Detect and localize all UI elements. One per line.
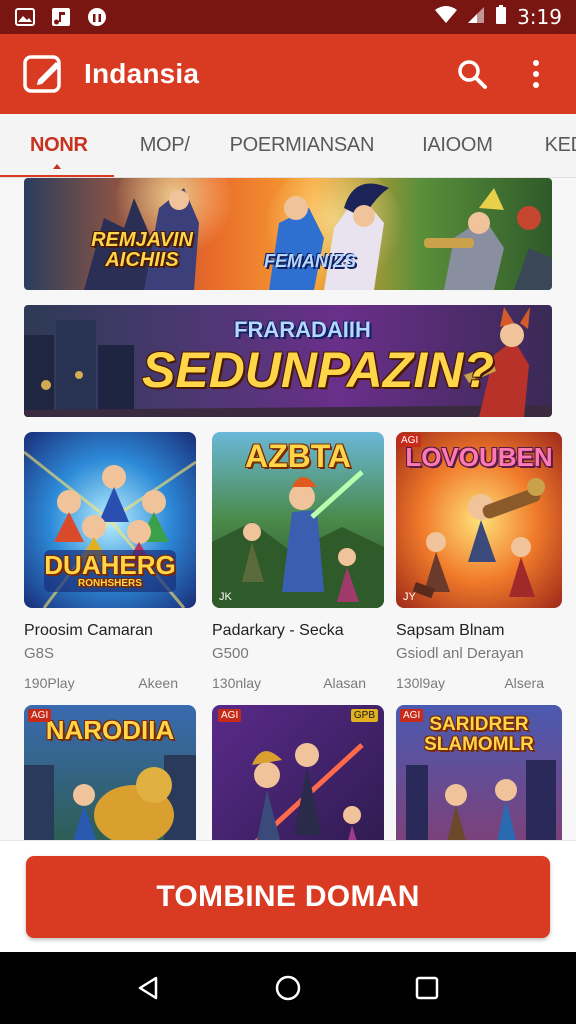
game-subtitle: G8S (24, 645, 55, 662)
play-count: 130nlay (212, 675, 262, 691)
tab-label: POERMIANSAN (229, 134, 375, 156)
game-card[interactable]: NARODIIA AGI (24, 705, 196, 840)
game-tag: Alsera (504, 675, 544, 691)
game-subtitle: G500 (212, 645, 249, 662)
tab-poermiansan[interactable]: POERMIANSAN (190, 114, 375, 177)
bottom-action-area: TOMBINE DOMAN (0, 840, 576, 952)
game-thumbnail: SARIDRER SLAMOMLR AGI (396, 705, 562, 840)
tab-mop[interactable]: MOP/ (114, 114, 190, 177)
tab-label: MOP/ (139, 134, 190, 156)
tab-label: KEDA (544, 134, 576, 156)
play-count: 190Play (24, 675, 75, 691)
tab-label: NONR (30, 134, 88, 156)
thumbnail-title: DUAHERG (44, 550, 176, 580)
game-card[interactable]: LOVOUBEN AGI JY Sapsam Blnam Gsiodl anl … (396, 432, 562, 691)
game-tag: Alasan (323, 675, 366, 691)
caret-up-icon (52, 163, 61, 169)
home-icon[interactable] (268, 968, 308, 1008)
thumbnail-badge: GPB (350, 709, 378, 722)
game-thumbnail: LOVOUBEN AGI JY (396, 432, 562, 608)
app-title: Indansia (84, 58, 200, 89)
signal-icon (467, 5, 485, 29)
primary-action-button[interactable]: TOMBINE DOMAN (26, 856, 550, 938)
search-icon[interactable] (454, 56, 490, 92)
game-title: Padarkary - Secka (212, 622, 344, 639)
tab-iaioom[interactable]: IAIOOM (374, 114, 493, 177)
game-title: Proosim Camaran (24, 622, 153, 639)
banner-headline: SEDUNPAZIN? (142, 342, 494, 398)
status-time: 3:19 (517, 5, 562, 29)
thumbnail-badge-secondary: AGI (218, 709, 242, 722)
banner-left-title: REMJAVIN AICHIIS (91, 229, 193, 271)
system-nav-bar (0, 952, 576, 1024)
category-tabs: NONR MOP/ POERMIANSAN IAIOOM KEDA (0, 114, 576, 178)
recents-icon[interactable] (407, 968, 447, 1008)
banner-right-title: FEMANIZS (264, 251, 356, 271)
tab-label: IAIOOM (422, 134, 493, 156)
game-title: Sapsam Blnam (396, 622, 505, 639)
status-bar: 3:19 (0, 0, 576, 34)
tab-nonr[interactable]: NONR (0, 114, 114, 177)
android-icon (86, 7, 108, 27)
game-card[interactable]: SARIDRER SLAMOMLR AGI (396, 705, 562, 840)
thumbnail-title: LOVOUBEN (405, 442, 553, 472)
thumbnail-subtitle: RONHSHERS (78, 578, 142, 589)
back-icon[interactable] (129, 968, 169, 1008)
more-vertical-icon[interactable] (518, 56, 554, 92)
tab-keda[interactable]: KEDA (493, 114, 576, 177)
game-tag: Akeen (138, 675, 178, 691)
app-bar: Indansia (0, 34, 576, 114)
banner-small-headline: FRARADAIIH (234, 317, 371, 342)
game-subtitle: Gsiodl anl Derayan (396, 645, 524, 662)
wifi-icon (435, 5, 458, 29)
game-card[interactable]: AZBTA JK Padarkary - Secka G500 130nlay A… (212, 432, 384, 691)
thumbnail-badge: AGI (400, 709, 424, 722)
featured-banner[interactable]: REMJAVIN AICHIIS FEMANIZS (24, 178, 552, 290)
gallery-icon (14, 7, 36, 27)
game-thumbnail: AZBTA JK (212, 432, 384, 608)
thumbnail-title: AZBTA (244, 438, 352, 474)
thumbnail-badge: AGI (28, 709, 52, 722)
game-thumbnail: DUAHERG RONHSHERS (24, 432, 196, 608)
promo-banner[interactable]: FRARADAIIH SEDUNPAZIN? (24, 305, 552, 417)
game-card[interactable]: DUAHERG RONHSHERS Proosim Camaran G8S 19… (24, 432, 196, 691)
game-card[interactable]: GPB AGI (212, 705, 384, 840)
thumbnail-corner-label: JY (403, 591, 416, 603)
thumbnail-badge: AGI (398, 434, 422, 447)
music-icon (50, 7, 72, 27)
battery-icon (495, 4, 507, 30)
game-thumbnail: NARODIIA AGI (24, 705, 196, 840)
play-count: 130l9ay (396, 675, 446, 691)
game-thumbnail: GPB AGI (212, 705, 384, 840)
thumbnail-badge: JK (219, 591, 232, 603)
edit-square-icon[interactable] (22, 52, 66, 96)
content-feed: REMJAVIN AICHIIS FEMANIZS FRARADAIIH SED… (0, 178, 576, 840)
